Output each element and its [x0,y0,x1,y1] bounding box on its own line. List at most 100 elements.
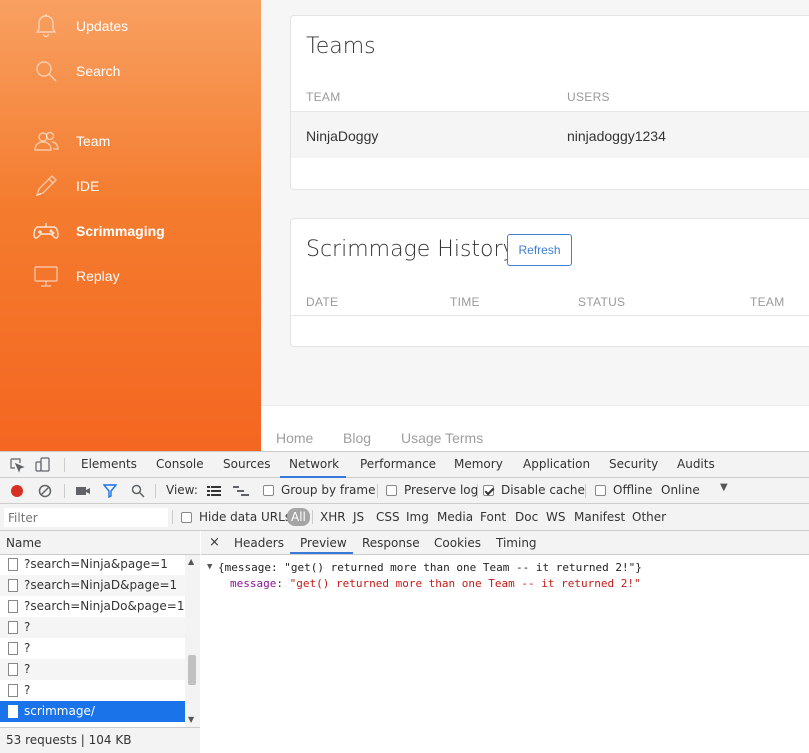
close-icon[interactable]: × [209,535,220,550]
clear-icon[interactable] [37,483,53,499]
scrimmage-history-card: Scrimmage History Refresh DATE TIME STAT… [290,218,809,347]
footer-link-home[interactable]: Home [276,430,313,446]
sidebar-item-label: Team [76,133,111,149]
column-header-users: USERS [567,90,610,104]
separator [64,484,65,498]
file-icon [8,579,18,592]
filter-type-js[interactable]: JS [353,510,364,524]
tab-elements[interactable]: Elements [81,457,137,471]
scroll-up-arrow-icon[interactable]: ▲ [188,557,194,566]
list-view-icon[interactable] [206,483,222,499]
request-row[interactable]: ?search=NinjaDog&page=1 [0,617,185,655]
request-row[interactable]: ?search=NinjaDoggy&page=1 [0,680,185,718]
inspect-element-icon[interactable] [9,457,25,473]
request-detail-tabs: × Headers Preview Response Cookies Timin… [201,531,809,555]
refresh-button[interactable]: Refresh [507,234,572,266]
separator [312,510,313,524]
filter-icon[interactable] [102,483,118,499]
sidebar-item-label: IDE [76,178,100,194]
team-users-cell: ninjadoggy1234 [567,128,666,144]
record-icon[interactable] [9,483,25,499]
camera-icon[interactable] [75,483,91,499]
group-by-frame-checkbox[interactable] [263,485,274,496]
column-header-name[interactable]: Name [0,531,200,555]
request-row[interactable]: ?search=Ninja&page=1 [0,555,185,575]
request-row[interactable]: ?search=NinjaDogg&page=1 [0,638,185,676]
sidebar-item-updates[interactable]: Updates [32,10,261,42]
request-row-selected[interactable]: scrimmage/ [0,701,185,722]
sidebar-item-scrimmaging[interactable]: Scrimmaging [32,215,261,247]
request-name: ?search=NinjaD&page=1 [24,578,178,592]
pencil-icon [32,172,60,200]
filter-type-all[interactable]: All [287,508,310,526]
sidebar-item-ide[interactable]: IDE [32,170,261,202]
sidebar-item-search[interactable]: Search [32,55,261,87]
scrollbar[interactable]: ▲ ▼ [185,555,200,727]
filter-input[interactable] [4,508,168,527]
filter-type-ws[interactable]: WS [546,510,565,524]
table-row[interactable]: NinjaDoggy ninjadoggy1234 [291,112,809,158]
sidebar-item-replay[interactable]: Replay [32,260,261,292]
request-row[interactable]: ?search=NinjaDoggy&page=1 [0,659,185,697]
filter-type-xhr[interactable]: XHR [320,510,346,524]
file-icon [8,621,18,634]
gamepad-icon [32,217,60,245]
file-icon [8,558,18,571]
divider [291,315,809,316]
tab-sources[interactable]: Sources [223,457,270,471]
tab-headers[interactable]: Headers [234,536,284,550]
file-icon [8,642,18,655]
request-list-panel: Name ?search=Ninja&page=1 ?search=NinjaD… [0,531,200,753]
devtools-tab-bar: Elements Console Sources Network Perform… [0,451,809,478]
separator [585,484,586,498]
preview-pane: ▼ {message: "get() returned more than on… [201,556,809,753]
tab-memory[interactable]: Memory [454,457,503,471]
separator [377,484,378,498]
footer-link-usage-terms[interactable]: Usage Terms [401,430,483,446]
filter-type-doc[interactable]: Doc [515,510,538,524]
separator [64,458,65,472]
column-header-time: TIME [450,295,480,309]
search-icon[interactable] [130,483,146,499]
preserve-log-checkbox[interactable] [386,485,397,496]
request-row[interactable]: ?search=NinjaD&page=1 [0,575,185,596]
throttle-select[interactable]: Online [661,483,700,497]
sidebar-item-label: Updates [76,18,129,34]
device-toolbar-icon[interactable] [35,457,51,473]
file-icon [8,684,18,697]
tab-security[interactable]: Security [609,457,658,471]
scroll-down-arrow-icon[interactable]: ▼ [188,715,194,724]
tab-preview[interactable]: Preview [300,536,347,550]
waterfall-view-icon[interactable] [233,483,249,499]
tab-performance[interactable]: Performance [360,457,436,471]
bell-icon [32,12,60,40]
chevron-down-icon[interactable]: ▼ [720,482,728,493]
hide-data-urls-checkbox[interactable] [181,512,192,523]
tab-response[interactable]: Response [362,536,420,550]
filter-type-manifest[interactable]: Manifest [574,510,625,524]
tab-console[interactable]: Console [156,457,204,471]
tab-network[interactable]: Network [289,457,339,471]
offline-checkbox[interactable] [595,485,606,496]
tab-timing[interactable]: Timing [496,536,537,550]
filter-type-css[interactable]: CSS [376,510,400,524]
separator [155,484,156,498]
request-row[interactable]: ?search=NinjaDo&page=1 [0,596,185,617]
tab-audits[interactable]: Audits [677,457,715,471]
filter-type-other[interactable]: Other [632,510,666,524]
scrollbar-thumb[interactable] [188,655,196,685]
request-name: scrimmage/ [24,704,95,718]
tab-application[interactable]: Application [523,457,590,471]
devtools-panel: Elements Console Sources Network Perform… [0,451,809,753]
sidebar-item-label: Search [76,63,121,79]
disable-cache-checkbox[interactable] [483,485,494,496]
filter-type-media[interactable]: Media [437,510,473,524]
sidebar-item-team[interactable]: Team [32,125,261,157]
tab-cookies[interactable]: Cookies [434,536,481,550]
column-header-date: DATE [306,295,339,309]
expand-triangle-icon[interactable]: ▼ [207,562,212,572]
separator [172,510,173,524]
filter-type-font[interactable]: Font [480,510,506,524]
footer-link-blog[interactable]: Blog [343,430,371,446]
filter-type-img[interactable]: Img [406,510,429,524]
